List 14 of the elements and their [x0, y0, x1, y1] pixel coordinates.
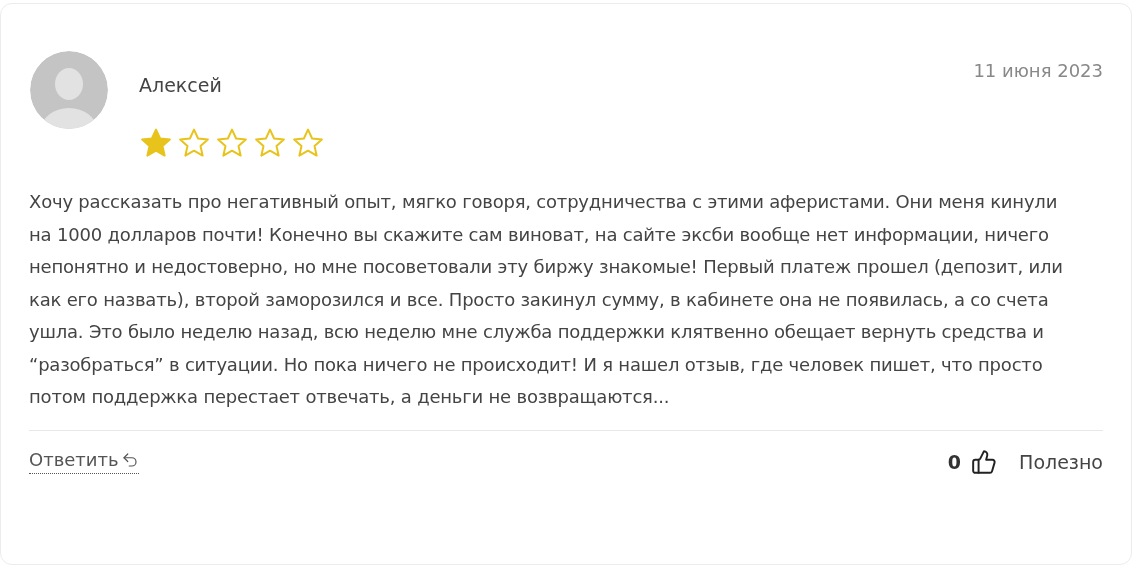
reply-link[interactable]: Ответить — [29, 449, 139, 474]
star-icon — [177, 126, 211, 160]
avatar-icon — [29, 50, 109, 130]
star-icon — [139, 126, 173, 160]
author-name: Алексей — [139, 74, 223, 96]
review-date: 11 июня 2023 — [973, 60, 1103, 81]
star-icon — [215, 126, 249, 160]
reply-arrow-icon — [120, 450, 139, 469]
star-icon — [291, 126, 325, 160]
star-icon — [253, 126, 287, 160]
thumbs-up-icon[interactable] — [971, 448, 998, 475]
review-text: Хочу рассказать про негативный опыт, мягко говоря, сотрудничества с этими аферистами. Они меня кинули на 1000 долларов почти! Конечно вы скажите сам виноват, на сайте эксби вообще нет информации, ничего непонятно и недостоверно, но мне посоветовали эту биржу знакомые! Первый платеж прошел (депозит, или как его назвать), второй заморозился и все. Просто закинул сумму, в кабинете она не появилась, а со счета ушла. Это было неделю назад, всю неделю мне служба поддержки клятвенно обещает вернуть средства и “разобраться” в ситуации. Но пока ничего не происходит! И я нашел отзыв, где человек пишет, что просто потом поддержка перестает отвечать, а деньги не возвращаются... — [29, 190, 1063, 409]
helpful-button[interactable]: Полезно — [1007, 450, 1103, 473]
like-count: 0 — [947, 450, 962, 473]
